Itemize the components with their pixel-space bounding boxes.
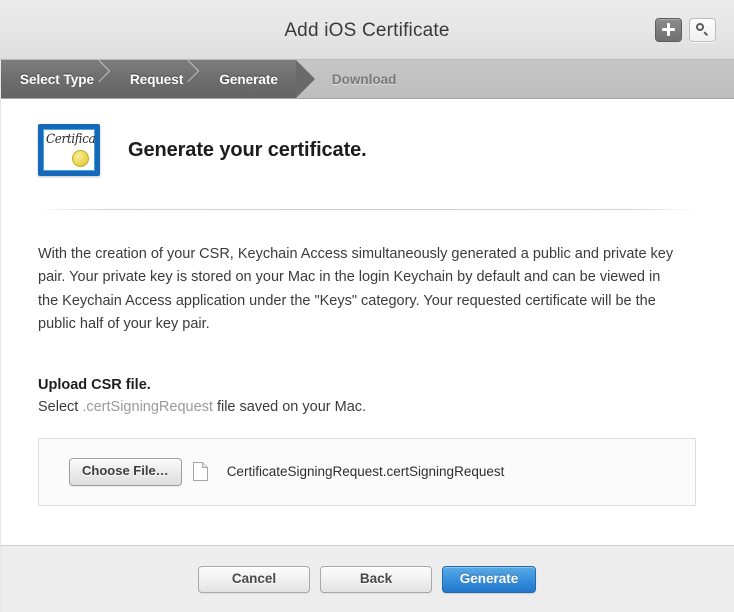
upload-subtitle-before: Select: [38, 398, 83, 415]
upload-subtitle: Select .certSigningRequest file saved on…: [38, 399, 696, 415]
certificate-icon: Certificate: [38, 124, 100, 176]
certificate-icon-label: Certificate: [46, 132, 100, 147]
generate-button[interactable]: Generate: [442, 565, 536, 593]
body-paragraph: With the creation of your CSR, Keychain …: [38, 246, 674, 333]
step-select-type[interactable]: Select Type: [0, 60, 111, 98]
cancel-button[interactable]: Cancel: [198, 565, 310, 593]
file-upload-box: Choose File… CertificateSigningRequest.c…: [38, 437, 696, 506]
titlebar-actions: [655, 17, 716, 42]
selected-file-name: CertificateSigningRequest.certSigningReq…: [226, 464, 505, 480]
back-button[interactable]: Back: [320, 565, 432, 593]
footer-actions: Cancel Back Generate: [0, 545, 734, 612]
document-icon: [192, 462, 208, 482]
hero-title: Generate your certificate.: [128, 138, 367, 161]
hero-section: Certificate Generate your certificate.: [38, 99, 696, 179]
main-content: Certificate Generate your certificate. W…: [0, 99, 734, 545]
step-label: Select Type: [20, 71, 95, 87]
add-button[interactable]: [655, 17, 682, 42]
step-request[interactable]: Request: [110, 60, 200, 98]
step-breadcrumb: Select Type Request Generate Download: [0, 60, 734, 99]
upload-subtitle-after: file saved on your Mac.: [212, 398, 367, 415]
upload-file-extension: .certSigningRequest: [82, 398, 213, 415]
upload-heading: Upload CSR file.: [38, 376, 151, 393]
step-label: Generate: [219, 71, 278, 87]
step-generate[interactable]: Generate: [199, 60, 315, 98]
search-button[interactable]: [689, 17, 716, 42]
add-certificate-window: Add iOS Certificate Select Type Request …: [0, 0, 734, 612]
section-divider: [38, 209, 696, 210]
search-icon: [696, 23, 709, 36]
step-download: Download: [296, 60, 413, 98]
titlebar: Add iOS Certificate: [0, 0, 734, 60]
page-title: Add iOS Certificate: [284, 19, 450, 41]
plus-icon: [662, 23, 675, 36]
choose-file-button[interactable]: Choose File…: [69, 458, 182, 486]
step-label: Download: [331, 71, 397, 87]
step-label: Request: [130, 71, 184, 87]
certificate-seal-icon: [72, 150, 89, 167]
